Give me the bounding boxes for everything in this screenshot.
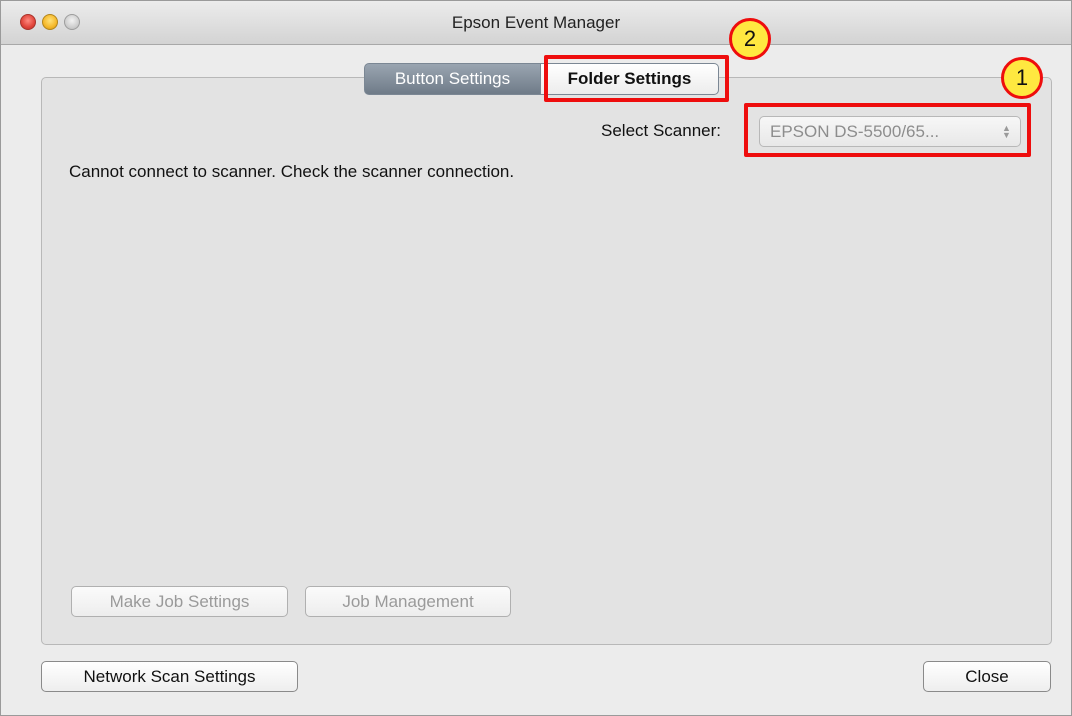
annotation-box-select-scanner xyxy=(744,103,1031,157)
select-scanner-label: Select Scanner: xyxy=(601,121,722,140)
annotation-box-folder-settings xyxy=(544,55,729,102)
title-bar[interactable]: Epson Event Manager xyxy=(1,1,1071,45)
connection-error-message: Cannot connect to scanner. Check the sca… xyxy=(69,162,515,181)
close-button[interactable]: Close xyxy=(923,661,1051,692)
tab-button-settings[interactable]: Button Settings xyxy=(364,63,541,95)
make-job-settings-button[interactable]: Make Job Settings xyxy=(71,586,288,617)
network-scan-settings-button[interactable]: Network Scan Settings xyxy=(41,661,298,692)
job-management-button[interactable]: Job Management xyxy=(305,586,511,617)
window-title: Epson Event Manager xyxy=(451,13,621,32)
annotation-badge-1: 1 xyxy=(1001,57,1043,99)
annotation-badge-2: 2 xyxy=(729,18,771,60)
epson-event-manager-window: Epson Event Manager Button Settings Fold… xyxy=(0,0,1072,716)
